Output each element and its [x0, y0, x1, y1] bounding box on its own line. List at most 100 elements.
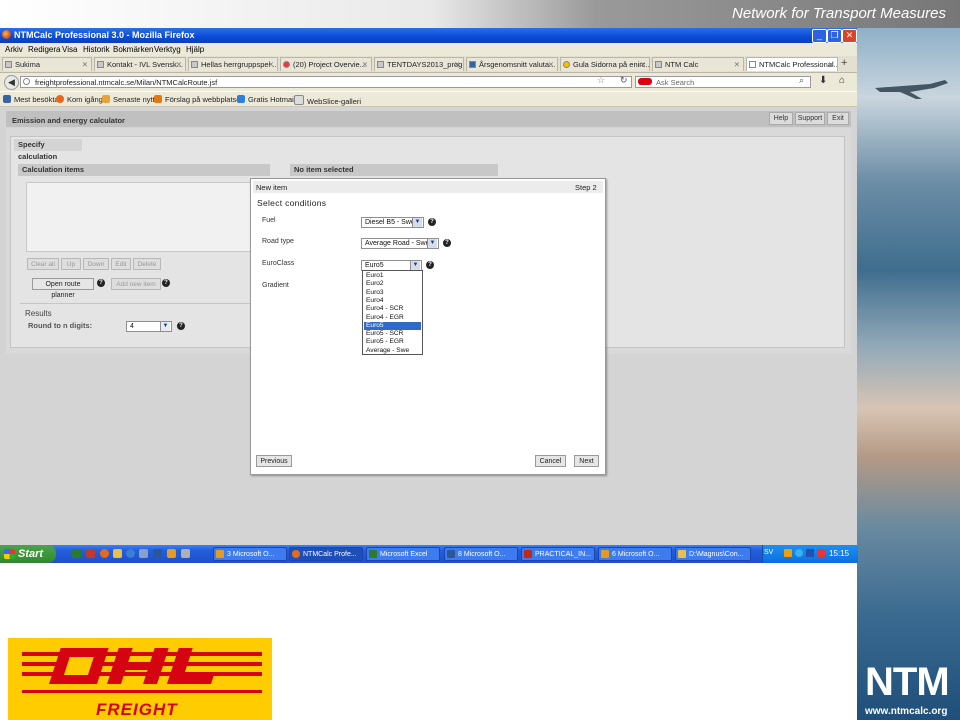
help-icon[interactable]: ?	[97, 279, 105, 287]
tab-project-overview[interactable]: (20) Project Overvie... ✕	[280, 57, 372, 71]
tab-label: NTMCalc Professional...	[759, 60, 838, 69]
tab-ntm-calc[interactable]: NTM Calc ✕	[652, 57, 744, 71]
new-tab-button[interactable]: +	[841, 57, 847, 70]
close-tab-icon[interactable]: ✕	[828, 58, 834, 71]
menu-redigera[interactable]: Redigera	[28, 45, 60, 54]
euroclass-option[interactable]: Euro5 - SCR	[364, 330, 421, 338]
search-icon[interactable]: ⌕	[799, 75, 804, 86]
menu-arkiv[interactable]: Arkiv	[5, 45, 23, 54]
task-office[interactable]: 6 Microsoft O...	[598, 547, 672, 561]
help-icon[interactable]: ?	[177, 322, 185, 330]
tab-gula-sidorna[interactable]: Gula Sidorna på enirc... ✕	[560, 57, 650, 71]
quicklaunch-folder-icon[interactable]	[113, 549, 122, 558]
search-input[interactable]: Ask Search	[635, 76, 811, 88]
quicklaunch-app-icon[interactable]	[181, 549, 190, 558]
tray-app-icon[interactable]	[784, 549, 792, 557]
tray-app-icon[interactable]	[817, 549, 825, 557]
cancel-button[interactable]: Cancel	[535, 455, 566, 467]
tab-hellas[interactable]: Hellas herrgruppspel ... ✕	[188, 57, 278, 71]
bookmark-kom-igang[interactable]: Kom igång	[56, 95, 103, 104]
delete-button[interactable]: Delete	[133, 258, 161, 270]
round-digits-select[interactable]: 4 ▼	[126, 321, 172, 332]
back-arrow-icon[interactable]: ◀	[4, 75, 19, 90]
euroclass-option[interactable]: Euro1	[364, 272, 421, 280]
quicklaunch-excel-icon[interactable]	[72, 549, 81, 558]
url-bar[interactable]: freightprofessional.ntmcalc.se/Milan/NTM…	[20, 76, 632, 88]
tray-app-icon[interactable]	[806, 549, 814, 557]
road-type-select[interactable]: Average Road - Swe ▼	[361, 238, 439, 249]
tab-sukima[interactable]: Sukima ✕	[2, 57, 92, 71]
open-route-planner-button[interactable]: Open route planner	[32, 278, 94, 299]
home-icon[interactable]: ⌂	[839, 75, 845, 86]
task-pdf[interactable]: PRACTICAL_IN...	[521, 547, 595, 561]
bookmark-webslice[interactable]: WebSlice-galleri	[294, 95, 361, 106]
close-button[interactable]: ✕	[842, 29, 857, 43]
help-icon[interactable]: ?	[443, 239, 451, 247]
download-icon[interactable]: ⬇	[819, 75, 827, 86]
minimize-button[interactable]: _	[812, 29, 827, 43]
support-button[interactable]: Support	[795, 112, 825, 125]
firefox-icon	[2, 30, 11, 39]
quicklaunch-ie-icon[interactable]	[126, 549, 135, 558]
quicklaunch-outlook-icon[interactable]	[167, 549, 176, 558]
euroclass-option[interactable]: Average - Swe	[364, 347, 421, 355]
bookmark-star-icon[interactable]: ☆	[597, 75, 605, 86]
bookmark-senaste-nytt[interactable]: Senaste nytt	[102, 95, 155, 104]
menu-verktyg[interactable]: Verktyg	[154, 45, 181, 54]
task-excel[interactable]: Microsoft Excel	[366, 547, 440, 561]
fuel-select[interactable]: Diesel B5 - Swe ▼	[361, 217, 424, 228]
clear-all-button[interactable]: Clear all	[27, 258, 59, 270]
bookmark-mest-besokta[interactable]: Mest besökta	[3, 95, 59, 104]
calculation-items-list[interactable]	[26, 182, 270, 252]
menu-visa[interactable]: Visa	[62, 45, 77, 54]
task-folder[interactable]: D:\Magnus\Con...	[675, 547, 751, 561]
euroclass-option[interactable]: Euro4 - EGR	[364, 314, 421, 322]
close-tab-icon[interactable]: ✕	[82, 58, 88, 71]
task-outlook[interactable]: 3 Microsoft O...	[213, 547, 287, 561]
close-tab-icon[interactable]: ✕	[268, 58, 274, 71]
maximize-button[interactable]: ❐	[827, 29, 842, 43]
help-button[interactable]: Help	[769, 112, 793, 125]
help-icon[interactable]: ?	[428, 218, 436, 226]
tab-ivl[interactable]: Kontakt - IVL Svensk... ✕	[94, 57, 186, 71]
close-tab-icon[interactable]: ✕	[640, 58, 646, 71]
help-icon[interactable]: ?	[426, 261, 434, 269]
quicklaunch-firefox-icon[interactable]	[100, 549, 109, 558]
bookmark-forslag[interactable]: Förslag på webbplatser	[154, 95, 243, 104]
close-tab-icon[interactable]: ✕	[734, 58, 740, 71]
euroclass-option[interactable]: Euro2	[364, 280, 421, 288]
quicklaunch-app-icon[interactable]	[86, 549, 95, 558]
bookmark-hotmail[interactable]: Gratis Hotmail	[237, 95, 296, 104]
close-tab-icon[interactable]: ✕	[454, 58, 460, 71]
close-tab-icon[interactable]: ✕	[548, 58, 554, 71]
quicklaunch-word-icon[interactable]	[153, 549, 162, 558]
euroclass-option-selected[interactable]: Euro5	[364, 321, 421, 331]
close-tab-icon[interactable]: ✕	[176, 58, 182, 71]
close-tab-icon[interactable]: ✕	[362, 58, 368, 71]
help-icon[interactable]: ?	[162, 279, 170, 287]
down-button[interactable]: Down	[83, 258, 109, 270]
task-word[interactable]: 8 Microsoft O...	[444, 547, 518, 561]
euroclass-option[interactable]: Euro4 - SCR	[364, 305, 421, 313]
task-firefox[interactable]: NTMCalc Profe...	[289, 547, 363, 561]
exit-button[interactable]: Exit	[827, 112, 849, 125]
previous-button[interactable]: Previous	[256, 455, 292, 467]
tab-specify-calculation[interactable]: Specify calculation	[14, 139, 82, 161]
next-button[interactable]: Next	[574, 455, 599, 467]
euroclass-option[interactable]: Euro4	[364, 297, 421, 305]
reload-icon[interactable]: ↻	[620, 75, 628, 86]
euroclass-option[interactable]: Euro3	[364, 289, 421, 297]
menu-hjalp[interactable]: Hjälp	[186, 45, 204, 54]
tab-tentdays[interactable]: TENTDAYS2013_prog... ✕	[374, 57, 464, 71]
tab-ntmcalc-professional[interactable]: NTMCalc Professional... ✕	[746, 57, 838, 71]
quicklaunch-app-icon[interactable]	[139, 549, 148, 558]
menu-historik[interactable]: Historik	[83, 45, 110, 54]
add-new-item-button[interactable]: Add new item	[111, 278, 161, 290]
menu-bokmarken[interactable]: Bokmärken	[113, 45, 153, 54]
up-button[interactable]: Up	[61, 258, 81, 270]
edit-button[interactable]: Edit	[111, 258, 131, 270]
euroclass-option[interactable]: Euro5 - EGR	[364, 338, 421, 346]
tray-app-icon[interactable]	[795, 549, 803, 557]
language-indicator[interactable]: SV	[764, 549, 773, 556]
tab-valuta[interactable]: Årsgenomsnitt valuta... ✕	[466, 57, 558, 71]
